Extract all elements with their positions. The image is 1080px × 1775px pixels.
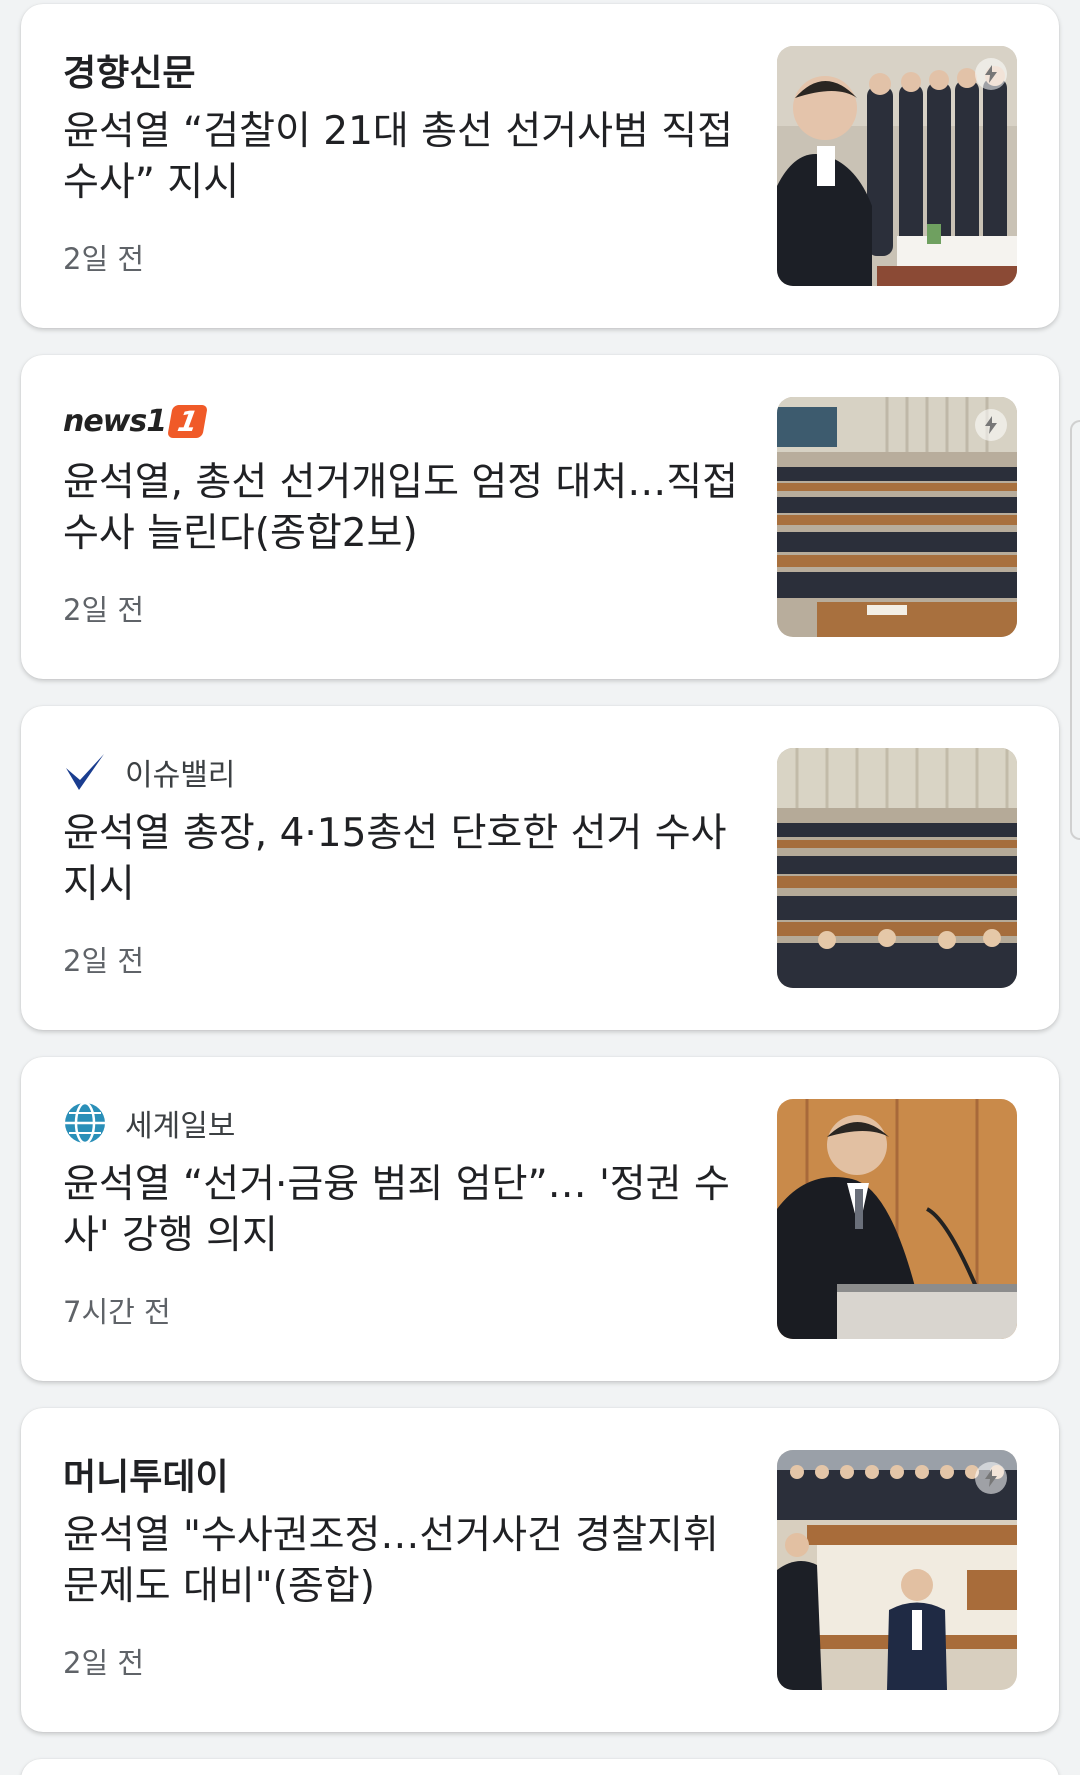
headline[interactable]: 윤석열 “검찰이 21대 총선 선거사범 직접수사” 지시 <box>63 106 763 208</box>
headline[interactable]: 윤석열 "수사권조정…선거사건 경찰지휘 문제도 대비"(종합) <box>63 1510 763 1612</box>
timestamp: 2일 전 <box>63 593 145 627</box>
news-card[interactable]: 이슈밸리 윤석열 총장, 4·15총선 단호한 선거 수사 지시 2일 전 <box>21 706 1059 1030</box>
thumbnail-image[interactable] <box>777 46 1017 286</box>
news-card[interactable]: 경향신문 윤석열 “검찰이 21대 총선 선거사범 직접수사” 지시 2일 전 <box>21 4 1059 328</box>
source-row: 경향신문 <box>63 42 195 98</box>
source-name: news1 <box>63 403 167 439</box>
timestamp: 2일 전 <box>63 242 145 276</box>
news-card[interactable]: 머니투데이 윤석열 "수사권조정…선거사건 경찰지휘 문제도 대비"(종합) 2… <box>21 1408 1059 1732</box>
source-name: 이슈밸리 <box>125 758 236 793</box>
amp-bolt-icon <box>975 409 1007 441</box>
source-row: 세계일보 <box>63 1095 235 1151</box>
source-row: 머니투데이 <box>63 1446 229 1502</box>
news-card[interactable]: news1 1 윤석열, 총선 선거개입도 엄정 대처…직접수사 늘린다(종합2… <box>21 355 1059 679</box>
amp-bolt-icon <box>975 58 1007 90</box>
globe-icon <box>63 1101 107 1145</box>
headline[interactable]: 윤석열, 총선 선거개입도 엄정 대처…직접수사 늘린다(종합2보) <box>63 457 763 559</box>
source-name: 머니투데이 <box>63 1456 229 1498</box>
news-card[interactable]: 세계일보 윤석열 “선거·금융 범죄 엄단”… '정권 수사' 강행 의지 7시… <box>21 1057 1059 1381</box>
headline[interactable]: 윤석열 “선거·금융 범죄 엄단”… '정권 수사' 강행 의지 <box>63 1159 763 1261</box>
news-feed: 경향신문 윤석열 “검찰이 21대 총선 선거사범 직접수사” 지시 2일 전 <box>0 0 1080 1775</box>
news1-logo: news1 1 <box>63 403 209 439</box>
amp-bolt-icon <box>975 1462 1007 1494</box>
source-name: 세계일보 <box>125 1109 236 1144</box>
thumbnail-image[interactable] <box>777 1450 1017 1690</box>
timestamp: 7시간 전 <box>63 1295 171 1329</box>
thumbnail-image[interactable] <box>777 748 1017 988</box>
scrollbar-handle[interactable] <box>1070 420 1080 840</box>
timestamp: 2일 전 <box>63 944 145 978</box>
source-row: 이슈밸리 <box>63 744 235 800</box>
thumbnail-image[interactable] <box>777 1099 1017 1339</box>
source-badge: 1 <box>167 404 209 438</box>
checkmark-icon <box>63 750 107 794</box>
source-name: 경향신문 <box>63 52 196 94</box>
thumbnail-image[interactable] <box>777 397 1017 637</box>
source-row: news1 1 <box>63 393 209 449</box>
headline[interactable]: 윤석열 총장, 4·15총선 단호한 선거 수사 지시 <box>63 808 763 910</box>
news-card-partial[interactable] <box>21 1759 1059 1775</box>
timestamp: 2일 전 <box>63 1646 145 1680</box>
